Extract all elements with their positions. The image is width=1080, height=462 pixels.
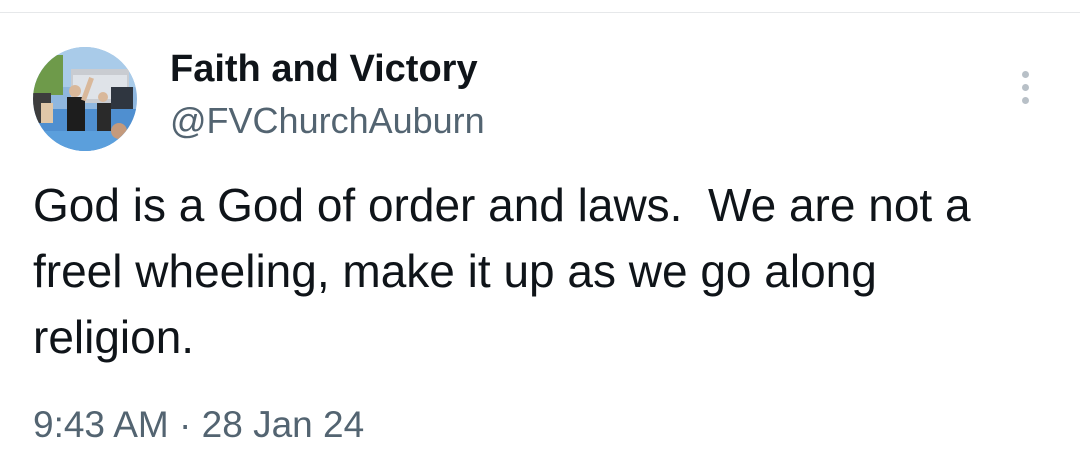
tweet[interactable]: Faith and Victory @FVChurchAuburn God is… (0, 0, 1080, 462)
tweet-date: 28 Jan 24 (201, 404, 365, 445)
author-handle[interactable]: @FVChurchAuburn (170, 100, 485, 142)
tweet-text: God is a God of order and laws. We are n… (33, 179, 984, 363)
tweet-timestamp[interactable]: 9:43 AM · 28 Jan 24 (33, 404, 364, 446)
tweet-time: 9:43 AM (33, 404, 169, 445)
meta-separator: · (179, 404, 192, 445)
avatar[interactable] (33, 47, 137, 151)
more-options-button[interactable] (1008, 66, 1044, 110)
author-display-name[interactable]: Faith and Victory (170, 48, 478, 91)
avatar-image (33, 47, 137, 151)
